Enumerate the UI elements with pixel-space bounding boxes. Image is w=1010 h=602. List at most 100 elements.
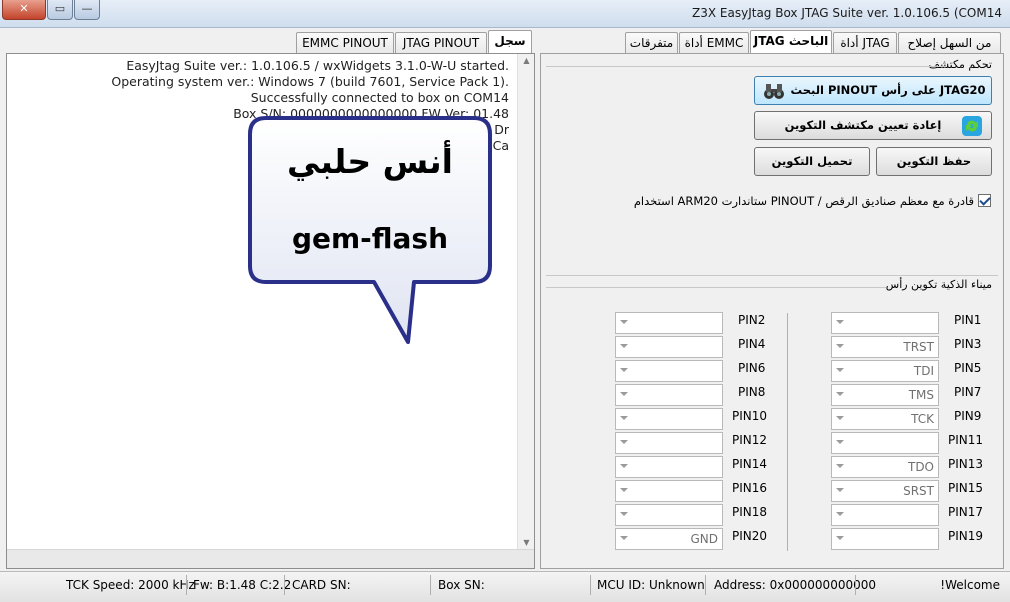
pin3-label: PIN3 [954, 337, 982, 351]
status-divider [705, 575, 706, 595]
pin16-select[interactable] [615, 480, 723, 502]
pin2-select[interactable] [615, 312, 723, 334]
pin12-select[interactable] [615, 432, 723, 454]
tck-speed-status: TCK Speed: 2000 kHz [66, 578, 195, 592]
pin1-label: PIN1 [954, 313, 982, 327]
pin4-select[interactable] [615, 336, 723, 358]
chevron-down-icon [836, 416, 844, 420]
pin11-select[interactable] [831, 432, 939, 454]
tab-jtag-tool[interactable]: أداة JTAG [833, 32, 897, 54]
pin4-label: PIN4 [738, 337, 766, 351]
chevron-down-icon [836, 368, 844, 372]
chevron-down-icon [620, 512, 628, 516]
tab-emmc-tool[interactable]: أداة EMMC [679, 32, 749, 54]
pin2-label: PIN2 [738, 313, 766, 327]
pin19-label: PIN19 [948, 529, 984, 543]
maximize-button[interactable]: ▭ [47, 0, 73, 20]
pins-group-header: ميناء الذكية تكوين رأس [885, 278, 992, 291]
reset-detector-button[interactable]: إعادة تعيين مكتشف التكوين [754, 111, 992, 140]
pin5-select[interactable]: TDI [831, 360, 939, 382]
close-button[interactable]: ✕ [2, 0, 46, 20]
chevron-down-icon [836, 512, 844, 516]
status-divider [855, 575, 856, 595]
search-pinout-button[interactable]: البحث PINOUT على رأس JTAG20 [754, 76, 992, 105]
chevron-down-icon [620, 320, 628, 324]
refresh-icon [962, 116, 982, 136]
status-divider [186, 575, 187, 595]
chevron-down-icon [620, 440, 628, 444]
minimize-button[interactable]: — [74, 0, 100, 20]
log-line: EasyJtag Suite ver.: 1.0.106.5 / wxWidge… [126, 58, 509, 73]
chevron-down-icon [620, 368, 628, 372]
tab-misc[interactable]: متفرقات [625, 32, 678, 54]
log-horizontal-scrollbar[interactable] [7, 549, 534, 568]
pin18-label: PIN18 [732, 505, 768, 519]
pin14-label: PIN14 [732, 457, 768, 471]
scroll-up-arrow-icon[interactable]: ▲ [518, 56, 535, 65]
pin15-select[interactable]: SRST [831, 480, 939, 502]
pin7-label: PIN7 [954, 385, 982, 399]
detector-group-header: تحكم مكتشف [928, 58, 992, 71]
chevron-down-icon [620, 536, 628, 540]
callout-arabic-name: أنس حلبي [287, 142, 453, 181]
chevron-down-icon [836, 320, 844, 324]
pin20-select[interactable]: GND [615, 528, 723, 550]
card-sn-status: CARD SN: [292, 578, 351, 592]
pin14-select[interactable] [615, 456, 723, 478]
pin8-select[interactable] [615, 384, 723, 406]
pin10-select[interactable] [615, 408, 723, 430]
pin7-select[interactable]: TMS [831, 384, 939, 406]
pin13-label: PIN13 [948, 457, 984, 471]
chevron-down-icon [836, 488, 844, 492]
tab-log[interactable]: سجل [488, 30, 532, 54]
chevron-down-icon [620, 464, 628, 468]
log-line: Operating system ver.: Windows 7 (build … [111, 74, 509, 89]
pin1-select[interactable] [831, 312, 939, 334]
chevron-down-icon [836, 464, 844, 468]
mcu-id-status: MCU ID: Unknown [597, 578, 705, 592]
pin13-select[interactable]: TDO [831, 456, 939, 478]
pin20-label: PIN20 [732, 529, 768, 543]
tab-easy-repair[interactable]: من السهل إصلاح [898, 32, 1001, 54]
status-bar: TCK Speed: 2000 kHz Fw: B:1.48 C:2.2 CAR… [0, 571, 1010, 602]
status-divider [430, 575, 431, 595]
tab-emmc-pinout[interactable]: EMMC PINOUT [296, 32, 394, 54]
firmware-status: Fw: B:1.48 C:2.2 [193, 578, 292, 592]
chevron-down-icon [836, 536, 844, 540]
pin5-label: PIN5 [954, 361, 982, 375]
tab-jtag-finder[interactable]: JTAG الباحث [750, 30, 832, 54]
pin10-label: PIN10 [732, 409, 768, 423]
reset-detector-label: إعادة تعيين مكتشف التكوين [784, 118, 942, 132]
load-config-button[interactable]: تحميل التكوين [754, 147, 870, 176]
chevron-down-icon [836, 440, 844, 444]
pins-separator [546, 287, 886, 288]
watermark-callout: أنس حلبي gem-flash [246, 114, 494, 344]
detector-separator [546, 66, 946, 67]
log-vertical-scrollbar[interactable]: ▲ ▼ [517, 54, 534, 549]
pin6-select[interactable] [615, 360, 723, 382]
status-divider [284, 575, 285, 595]
tab-jtag-pinout[interactable]: JTAG PINOUT [395, 32, 487, 54]
pin12-label: PIN12 [732, 433, 768, 447]
pin9-label: PIN9 [954, 409, 982, 423]
pins-separator-top [546, 275, 998, 276]
pin6-label: PIN6 [738, 361, 766, 375]
pin9-select[interactable]: TCK [831, 408, 939, 430]
pin19-select[interactable] [831, 528, 939, 550]
pin18-select[interactable] [615, 504, 723, 526]
binoculars-icon [764, 84, 784, 99]
chevron-down-icon [620, 488, 628, 492]
pin8-label: PIN8 [738, 385, 766, 399]
chevron-down-icon [620, 416, 628, 420]
pin3-select[interactable]: TRST [831, 336, 939, 358]
pin17-select[interactable] [831, 504, 939, 526]
scroll-down-arrow-icon[interactable]: ▼ [518, 538, 535, 547]
window-title: Z3X EasyJtag Box JTAG Suite ver. 1.0.106… [692, 6, 1002, 20]
save-config-button[interactable]: حفظ التكوين [876, 147, 992, 176]
use-arm20-label: استخدام ARM20 ستاندارت PINOUT / قادرة مع… [633, 194, 974, 208]
chevron-down-icon [836, 344, 844, 348]
title-bar: ✕ ▭ — Z3X EasyJtag Box JTAG Suite ver. 1… [0, 0, 1010, 28]
pin16-label: PIN16 [732, 481, 768, 495]
use-arm20-checkbox[interactable] [978, 194, 991, 207]
pin15-label: PIN15 [948, 481, 984, 495]
